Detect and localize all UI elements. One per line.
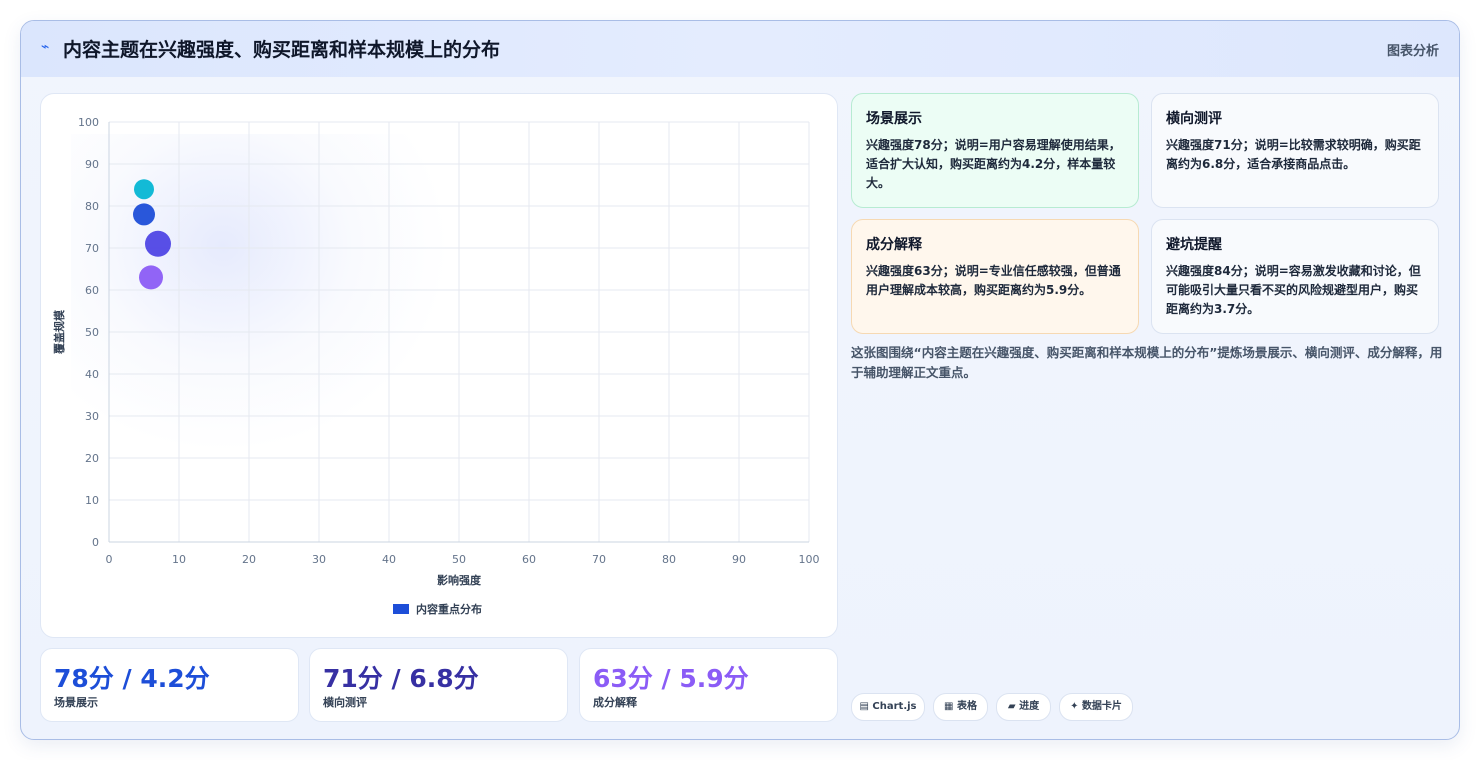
x-tick-label: 60 — [522, 553, 536, 566]
panel-frame: ⌁ 内容主题在兴趣强度、购买距离和样本规模上的分布 图表分析 0 10 20 30 40… — [20, 20, 1460, 740]
info-card-pitfall: 避坑提醒 兴趣强度84分；说明=容易激发收藏和讨论，但可能吸引大量只看不买的风险… — [1151, 219, 1439, 334]
bubble-point — [145, 230, 171, 257]
progress-icon: ▰ — [1007, 701, 1016, 712]
metric-label: 场景展示 — [54, 696, 98, 709]
metric-label: 横向测评 — [323, 696, 367, 709]
bubble-chart-card: 0 10 20 30 40 50 60 70 80 90 100 0 10 20 30 40 50 60 70 80 9… — [40, 93, 838, 638]
info-card-title: 场景展示 — [866, 111, 922, 127]
lightning-icon: ⌁ — [41, 39, 50, 55]
y-axis-title: 覆盖规模 — [52, 309, 66, 354]
y-tick-label: 20 — [85, 452, 99, 465]
pill-label: 表格 — [956, 701, 977, 712]
metric-card-review: 71分 / 6.8分 横向测评 — [309, 648, 568, 722]
page-title: 内容主题在兴趣强度、购买距离和样本规模上的分布 — [63, 39, 501, 61]
info-card-ingredient: 成分解释 兴趣强度63分；说明=专业信任感较强，但普通用户理解成本较高，购买距离… — [851, 219, 1139, 334]
x-tick-label: 20 — [242, 553, 256, 566]
x-tick-label: 50 — [452, 553, 466, 566]
metric-value: 71分 / 6.8分 — [323, 664, 479, 693]
x-tick-label: 0 — [106, 553, 113, 566]
info-card-text: 兴趣强度71分；说明=比较需求较明确，购买距离约为6.8分，适合承接商品点击。 — [1166, 138, 1421, 171]
legend-label: 内容重点分布 — [416, 602, 482, 616]
pill-data-card[interactable]: ✦ 数据卡片 — [1059, 693, 1133, 721]
chart-analysis-tag: 图表分析 — [1386, 44, 1439, 59]
metric-value: 78分 / 4.2分 — [54, 664, 210, 693]
y-tick-label: 90 — [85, 158, 99, 171]
y-tick-label: 100 — [78, 116, 99, 129]
bubble-point — [139, 265, 163, 290]
y-tick-label: 30 — [85, 410, 99, 423]
y-tick-label: 10 — [85, 494, 99, 507]
pill-label: Chart.js — [872, 701, 917, 712]
x-tick-label: 80 — [662, 553, 676, 566]
info-card-title: 成分解释 — [866, 237, 922, 253]
chart-summary: 这张图围绕“内容主题在兴趣强度、购买距离和样本规模上的分布”提炼场景展示、横向测… — [851, 345, 1443, 380]
pill-chartjs[interactable]: ▤ Chart.js — [851, 693, 925, 721]
y-tick-label: 50 — [85, 326, 99, 339]
info-card-text: 兴趣强度63分；说明=专业信任感较强，但普通用户理解成本较高，购买距离约为5.9… — [866, 264, 1121, 297]
pill-label: 进度 — [1019, 701, 1040, 712]
metric-card-ingredient: 63分 / 5.9分 成分解释 — [579, 648, 838, 722]
info-card-title: 避坑提醒 — [1166, 237, 1222, 253]
chart-icon: ▤ — [859, 701, 869, 712]
bubble-point — [133, 203, 155, 226]
metric-value: 63分 / 5.9分 — [593, 664, 749, 693]
pill-progress[interactable]: ▰ 进度 — [996, 693, 1051, 721]
y-tick-label: 80 — [85, 200, 99, 213]
info-card-scene: 场景展示 兴趣强度78分；说明=用户容易理解使用结果，适合扩大认知，购买距离约为… — [851, 93, 1139, 208]
x-tick-label: 40 — [382, 553, 396, 566]
y-tick-label: 0 — [92, 536, 99, 549]
info-card-text: 兴趣强度84分；说明=容易激发收藏和讨论，但可能吸引大量只看不买的风险规避型用户… — [1166, 264, 1421, 316]
x-tick-label: 90 — [732, 553, 746, 566]
x-tick-label: 30 — [312, 553, 326, 566]
bubble-point — [134, 179, 154, 200]
pill-table[interactable]: ▦ 表格 — [933, 693, 988, 721]
metric-card-scene: 78分 / 4.2分 场景展示 — [40, 648, 299, 722]
table-icon: ▦ — [944, 701, 954, 712]
x-tick-label: 10 — [172, 553, 186, 566]
x-tick-label: 100 — [799, 553, 820, 566]
metric-label: 成分解释 — [593, 696, 637, 709]
x-axis-title: 影响强度 — [437, 573, 482, 587]
y-tick-label: 40 — [85, 368, 99, 381]
legend-swatch — [393, 604, 409, 614]
pill-label: 数据卡片 — [1081, 701, 1122, 712]
info-card-title: 横向测评 — [1166, 111, 1222, 127]
sparkle-icon: ✦ — [1070, 701, 1079, 712]
panel-header: ⌁ 内容主题在兴趣强度、购买距离和样本规模上的分布 图表分析 — [21, 21, 1459, 77]
y-tick-label: 70 — [85, 242, 99, 255]
x-tick-label: 70 — [592, 553, 606, 566]
y-tick-label: 60 — [85, 284, 99, 297]
info-card-text: 兴趣强度78分；说明=用户容易理解使用结果，适合扩大认知，购买距离约为4.2分，… — [866, 138, 1121, 190]
bubble-chart: 0 10 20 30 40 50 60 70 80 90 100 0 10 20 30 40 50 60 70 80 9… — [52, 116, 820, 616]
info-card-review: 横向测评 兴趣强度71分；说明=比较需求较明确，购买距离约为6.8分，适合承接商… — [1151, 93, 1439, 208]
